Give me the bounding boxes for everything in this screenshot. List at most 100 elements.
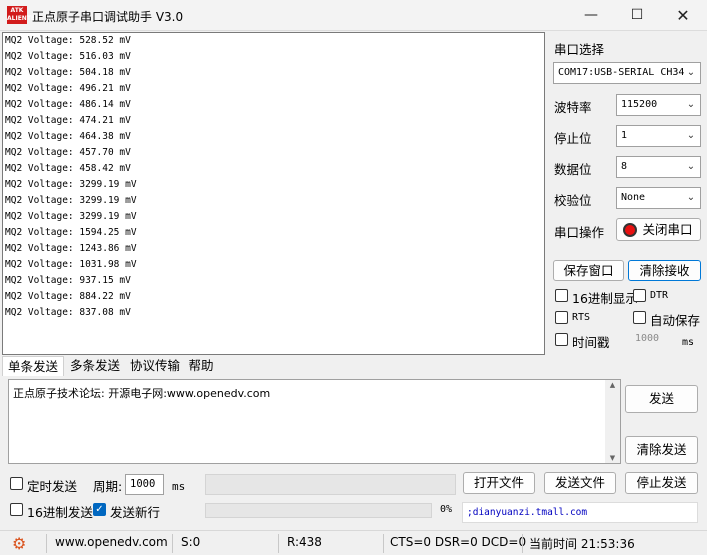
scroll-down-icon[interactable]: ▼ — [605, 453, 620, 463]
status-separator — [383, 534, 384, 553]
receive-line: MQ2 Voltage: 464.38 mV — [5, 131, 131, 142]
port-select-value: COM17:USB-SERIAL CH34 — [558, 67, 685, 78]
save-window-button[interactable]: 保存窗口 — [553, 260, 624, 281]
baud-value: 115200 — [621, 99, 658, 110]
close-icon[interactable]: ✕ — [660, 0, 706, 31]
timestamp-checkbox[interactable] — [555, 333, 568, 346]
app-logo: ATK ALIENTEK — [7, 6, 40, 24]
stop-bits-value: 1 — [621, 130, 628, 141]
parity-select[interactable]: None ⌄ — [616, 187, 701, 209]
parity-label: 校验位 — [554, 193, 592, 208]
autosave-checkbox[interactable] — [633, 311, 646, 324]
receive-line: MQ2 Voltage: 504.18 mV — [5, 67, 131, 78]
scroll-up-icon[interactable]: ▲ — [605, 380, 620, 390]
dtr-label: DTR — [650, 290, 669, 301]
port-op-label: 串口操作 — [554, 225, 605, 240]
close-port-button[interactable]: 关闭串口 — [616, 218, 701, 241]
send-scrollbar[interactable]: ▲ ▼ — [605, 380, 620, 463]
timestamp-unit: ms — [682, 337, 695, 348]
newline-checkbox[interactable]: ✓ — [93, 503, 106, 516]
receive-line: MQ2 Voltage: 1031.98 mV — [5, 259, 137, 270]
status-separator — [172, 534, 173, 553]
status-separator — [522, 534, 523, 553]
receive-line: MQ2 Voltage: 884.22 mV — [5, 291, 131, 302]
line-status: CTS=0 DSR=0 DCD=0 — [390, 535, 527, 549]
data-bits-select[interactable]: 8 ⌄ — [616, 156, 701, 178]
receive-line: MQ2 Voltage: 3299.19 mV — [5, 179, 137, 190]
sent-count: S:0 — [181, 535, 201, 549]
receive-line: MQ2 Voltage: 458.42 mV — [5, 163, 131, 174]
receive-line: MQ2 Voltage: 1243.86 mV — [5, 243, 137, 254]
tab-multi-send[interactable]: 多条发送 — [66, 356, 124, 376]
receive-line: MQ2 Voltage: 1594.25 mV — [5, 227, 137, 238]
hex-display-checkbox[interactable] — [555, 289, 568, 302]
received-count: R:438 — [287, 535, 322, 549]
baud-select[interactable]: 115200 ⌄ — [616, 94, 701, 116]
data-bits-value: 8 — [621, 161, 628, 172]
receive-textarea[interactable]: MQ2 Voltage: 528.52 mV MQ2 Voltage: 516.0… — [2, 32, 545, 355]
data-bits-label: 数据位 — [554, 162, 592, 177]
chevron-down-icon: ⌄ — [685, 95, 697, 115]
period-unit: ms — [172, 480, 186, 493]
port-select-label: 串口选择 — [554, 42, 605, 57]
clear-receive-button[interactable]: 清除接收 — [628, 260, 701, 281]
receive-line: MQ2 Voltage: 457.70 mV — [5, 147, 131, 158]
hex-send-checkbox[interactable] — [10, 503, 23, 516]
title-bar: ATK ALIENTEK 正点原子串口调试助手 V3.0 — ☐ ✕ — [0, 0, 707, 31]
newline-label: 发送新行 — [110, 505, 161, 520]
stop-bits-select[interactable]: 1 ⌄ — [616, 125, 701, 147]
stop-send-button[interactable]: 停止发送 — [625, 472, 698, 494]
timestamp-interval-input[interactable]: 1000 — [635, 333, 659, 344]
minimize-icon[interactable]: — — [568, 0, 614, 31]
current-time: 当前时间 21:53:36 — [529, 537, 635, 551]
receive-line: MQ2 Voltage: 837.08 mV — [5, 307, 131, 318]
receive-line: MQ2 Voltage: 486.14 mV — [5, 99, 131, 110]
port-status-icon — [623, 223, 637, 237]
parity-value: None — [621, 192, 646, 203]
baud-label: 波特率 — [554, 100, 592, 115]
rts-checkbox[interactable] — [555, 311, 568, 324]
timed-send-label: 定时发送 — [27, 479, 78, 494]
dtr-checkbox[interactable] — [633, 289, 646, 302]
receive-lines: MQ2 Voltage: 528.52 mV MQ2 Voltage: 516.0… — [3, 33, 544, 321]
timed-send-checkbox[interactable] — [10, 477, 23, 490]
chevron-down-icon: ⌄ — [685, 63, 697, 83]
send-progress-percent: 0% — [440, 504, 453, 515]
window-title: 正点原子串口调试助手 V3.0 — [32, 10, 184, 24]
receive-line: MQ2 Voltage: 3299.19 mV — [5, 211, 137, 222]
tab-single-send[interactable]: 单条发送 — [2, 356, 64, 376]
timestamp-label: 时间戳 — [572, 335, 610, 350]
send-file-button[interactable]: 发送文件 — [544, 472, 616, 494]
clear-send-button[interactable]: 清除发送 — [625, 436, 698, 464]
maximize-icon[interactable]: ☐ — [614, 0, 660, 31]
link-text[interactable]: ;dianyuanzi.tmall.com — [462, 502, 698, 523]
receive-line: MQ2 Voltage: 496.21 mV — [5, 83, 131, 94]
period-label: 周期: — [93, 479, 123, 494]
chevron-down-icon: ⌄ — [685, 188, 697, 208]
hex-display-label: 16进制显示 — [572, 291, 638, 306]
chevron-down-icon: ⌄ — [685, 126, 697, 146]
open-file-button[interactable]: 打开文件 — [463, 472, 535, 494]
send-text: 正点原子技术论坛: 开源电子网:www.openedv.com — [13, 387, 271, 400]
website-link[interactable]: www.openedv.com — [55, 535, 168, 549]
send-info-bar — [205, 474, 456, 495]
period-input[interactable]: 1000 — [125, 474, 164, 495]
autosave-label: 自动保存 — [650, 313, 701, 328]
stop-bits-label: 停止位 — [554, 131, 592, 146]
port-select[interactable]: COM17:USB-SERIAL CH34 ⌄ — [553, 62, 701, 84]
send-progress-bar — [205, 503, 432, 518]
send-button[interactable]: 发送 — [625, 385, 698, 413]
gear-icon[interactable]: ⚙ — [12, 534, 26, 553]
close-port-label: 关闭串口 — [642, 222, 693, 237]
receive-line: MQ2 Voltage: 528.52 mV — [5, 35, 131, 46]
receive-line: MQ2 Voltage: 3299.19 mV — [5, 195, 137, 206]
status-bar: ⚙ www.openedv.com S:0 R:438 CTS=0 DSR=0 … — [0, 530, 707, 555]
rts-label: RTS — [572, 312, 591, 323]
chevron-down-icon: ⌄ — [685, 157, 697, 177]
receive-line: MQ2 Voltage: 516.03 mV — [5, 51, 131, 62]
hex-send-label: 16进制发送 — [27, 505, 93, 520]
send-textarea[interactable]: 正点原子技术论坛: 开源电子网:www.openedv.com ▲ ▼ — [8, 379, 621, 464]
tab-protocol[interactable]: 协议传输 — [126, 356, 184, 376]
status-separator — [278, 534, 279, 553]
tab-help[interactable]: 帮助 — [186, 356, 216, 376]
